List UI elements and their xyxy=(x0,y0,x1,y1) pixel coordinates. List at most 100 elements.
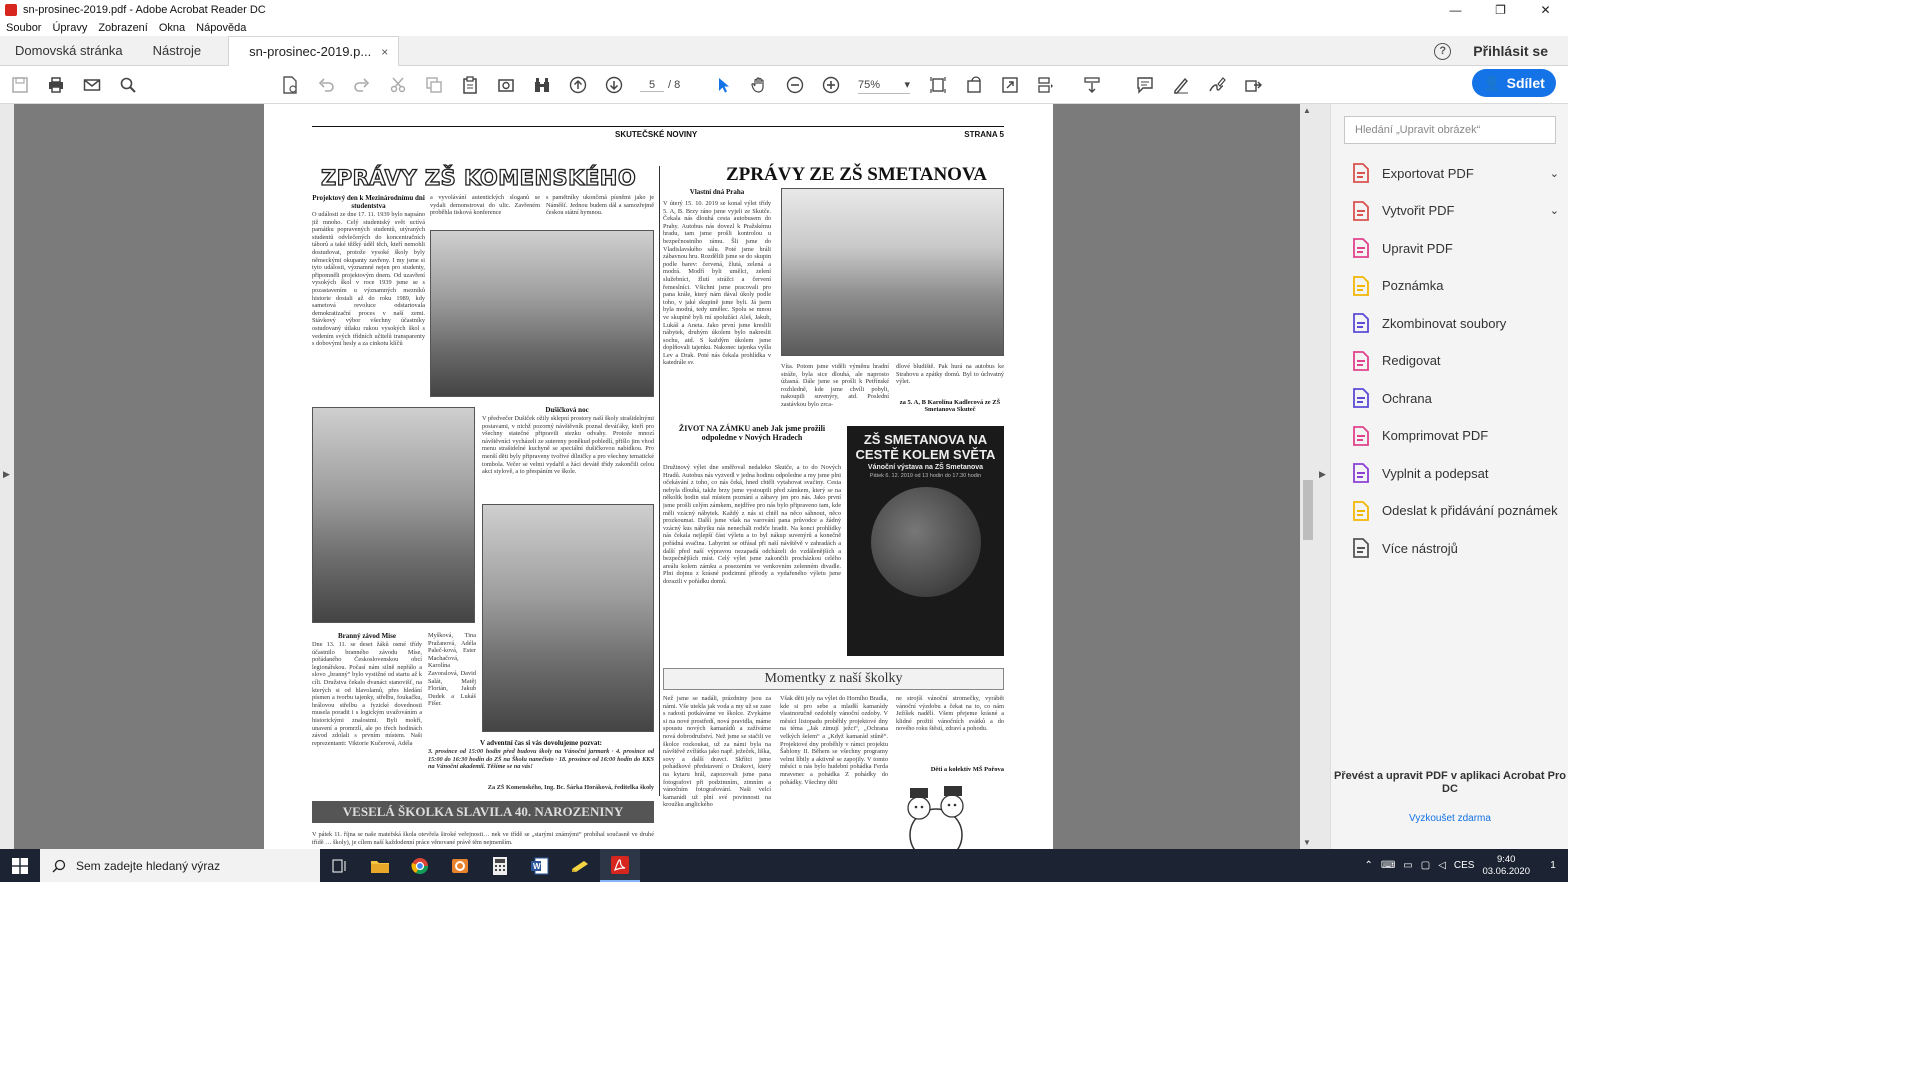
free-trial-link[interactable]: Vyzkoušet zdarma xyxy=(1331,813,1569,824)
tool-label: Poznámka xyxy=(1382,278,1444,293)
office-app-icon[interactable] xyxy=(440,849,480,882)
article-praha: V úterý 15. 10. 2019 se konal výlet tříd… xyxy=(663,200,771,367)
undo-icon[interactable] xyxy=(317,76,335,94)
page-display-icon[interactable] xyxy=(1037,76,1055,94)
right-panel-toggle[interactable]: ▶ xyxy=(1316,104,1330,849)
tool-poznamka[interactable]: Poznámka xyxy=(1351,274,1559,298)
taskbar-search[interactable]: Sem zadejte hledaný výraz xyxy=(40,849,320,882)
next-page-icon[interactable] xyxy=(605,76,623,94)
tab-document[interactable]: sn-prosinec-2019.p... × xyxy=(228,36,400,67)
menu-edit[interactable]: Úpravy xyxy=(52,22,87,34)
full-screen-icon[interactable] xyxy=(1001,76,1019,94)
snapshot-icon[interactable] xyxy=(497,76,515,94)
paste-icon[interactable] xyxy=(461,76,479,94)
tool-odeslat-k-pridavani-poznamek[interactable]: Odeslat k přidávání poznámek xyxy=(1351,499,1559,523)
tool-zkombinovat-soubory[interactable]: Zkombinovat soubory xyxy=(1351,311,1559,335)
share-button[interactable]: 👤 Sdílet xyxy=(1472,69,1556,97)
minimize-button[interactable]: — xyxy=(1433,0,1478,19)
scroll-down-icon[interactable]: ▼ xyxy=(1303,838,1311,847)
previous-page-icon[interactable] xyxy=(569,76,587,94)
photo-halloween-group xyxy=(482,504,654,732)
save-icon[interactable] xyxy=(11,76,29,94)
banner-skolka: VESELÁ ŠKOLKA SLAVILA 40. NAROZENINY xyxy=(312,801,654,823)
find-icon[interactable] xyxy=(119,76,137,94)
show-hidden-icons[interactable]: ⌃ xyxy=(1364,860,1372,871)
battery-icon[interactable]: ▭ xyxy=(1403,860,1412,871)
subheading-praha: Vlastní dná Praha xyxy=(689,188,745,196)
scroll-mode-icon[interactable] xyxy=(1083,76,1101,94)
language-indicator[interactable]: CES xyxy=(1454,860,1475,871)
redo-icon[interactable] xyxy=(353,76,371,94)
acrobat-app-icon xyxy=(5,3,17,16)
chevron-right-icon: ▶ xyxy=(1319,469,1326,479)
chrome-icon[interactable] xyxy=(400,849,440,882)
task-view-icon[interactable] xyxy=(320,849,360,882)
compare-icon[interactable] xyxy=(533,76,551,94)
copy-icon[interactable] xyxy=(425,76,443,94)
tab-home[interactable]: Domovská stránka xyxy=(0,36,138,66)
acrobat-taskbar-icon[interactable] xyxy=(600,849,640,882)
rotate-icon[interactable] xyxy=(965,76,983,94)
running-head: SKUTEČSKÉ NOVINY STRANA 5 xyxy=(312,126,1004,139)
comment-icon[interactable] xyxy=(1136,76,1154,94)
menu-view[interactable]: Zobrazení xyxy=(98,22,148,34)
zoom-out-icon[interactable] xyxy=(786,76,804,94)
notes-app-icon[interactable] xyxy=(560,849,600,882)
zkombinovat-soubory-icon xyxy=(1351,313,1371,333)
volume-icon[interactable]: ◁ xyxy=(1438,860,1446,871)
sign-in-link[interactable]: Přihlásit se xyxy=(1473,43,1548,59)
cut-icon[interactable] xyxy=(389,76,407,94)
email-icon[interactable] xyxy=(83,76,101,94)
tool-vyplnit-a-podepsat[interactable]: Vyplnit a podepsat xyxy=(1351,461,1559,485)
display-icon[interactable]: ▢ xyxy=(1421,860,1430,871)
tools-search-input[interactable]: Hledání „Upravit obrázek“ xyxy=(1344,116,1556,144)
left-panel-toggle[interactable]: ▶ xyxy=(0,104,14,849)
file-explorer-icon[interactable] xyxy=(360,849,400,882)
help-icon[interactable]: ? xyxy=(1434,42,1452,60)
calculator-icon[interactable] xyxy=(480,849,520,882)
start-button[interactable] xyxy=(0,849,40,882)
zoom-dropdown[interactable]: 75% ▾ xyxy=(858,76,910,94)
maximize-button[interactable]: ❐ xyxy=(1478,0,1523,19)
window-title: sn-prosinec-2019.pdf - Adobe Acrobat Rea… xyxy=(23,3,266,16)
running-head-title: SKUTEČSKÉ NOVINY xyxy=(615,130,698,139)
tool-redigovat[interactable]: Redigovat xyxy=(1351,349,1559,373)
vytvorit-pdf-icon xyxy=(1351,200,1371,221)
tool-vytvorit-pdf[interactable]: Vytvořit PDF ⌄ xyxy=(1351,199,1559,223)
select-cursor-icon[interactable] xyxy=(714,76,732,94)
page-number-input[interactable]: 5 xyxy=(640,79,664,92)
search-icon xyxy=(52,859,66,873)
network-icon[interactable]: ⌨ xyxy=(1381,860,1395,871)
fit-page-icon[interactable] xyxy=(929,76,947,94)
highlight-pen-icon[interactable] xyxy=(1172,76,1190,94)
vertical-scrollbar[interactable]: ▲ ▼ xyxy=(1300,104,1316,849)
close-tab-icon[interactable]: × xyxy=(381,37,388,67)
send-for-signature-icon[interactable] xyxy=(1244,76,1262,94)
scroll-thumb[interactable] xyxy=(1303,480,1313,540)
tool-label: Komprimovat PDF xyxy=(1382,428,1489,443)
article-momentky-col3: ne strojíš vánoční stromečky, vyrábět vá… xyxy=(896,695,1004,733)
scroll-up-icon[interactable]: ▲ xyxy=(1303,106,1311,115)
tool-vice-nastroju[interactable]: Více nástrojů xyxy=(1351,536,1559,560)
attach-file-icon[interactable] xyxy=(281,76,299,94)
chevron-down-icon[interactable]: ⌄ xyxy=(1550,204,1559,217)
chevron-down-icon[interactable]: ⌄ xyxy=(1550,167,1559,180)
print-icon[interactable] xyxy=(47,76,65,94)
menu-help[interactable]: Nápověda xyxy=(196,22,246,34)
tool-exportovat-pdf[interactable]: Exportovat PDF ⌄ xyxy=(1351,161,1559,185)
tool-ochrana[interactable]: Ochrana xyxy=(1351,386,1559,410)
hand-tool-icon[interactable] xyxy=(750,76,768,94)
close-window-button[interactable]: ✕ xyxy=(1523,0,1568,19)
article-dusickova-noc: V předvečer Dušiček ožily sklepní prosto… xyxy=(482,415,654,476)
menu-window[interactable]: Okna xyxy=(159,22,185,34)
tab-tools[interactable]: Nástroje xyxy=(138,36,216,66)
clock[interactable]: 9:40 03.06.2020 xyxy=(1482,854,1530,878)
tool-komprimovat-pdf[interactable]: Komprimovat PDF xyxy=(1351,424,1559,448)
sign-icon[interactable] xyxy=(1208,76,1226,94)
word-icon[interactable]: W xyxy=(520,849,560,882)
tool-upravit-pdf[interactable]: Upravit PDF xyxy=(1351,236,1559,260)
notification-icon[interactable]: 1 xyxy=(1538,860,1568,871)
menu-file[interactable]: Soubor xyxy=(6,22,41,34)
document-viewport[interactable]: ▶ SKUTEČSKÉ NOVINY STRANA 5 ZPRÁVY ZŠ KO… xyxy=(0,104,1330,849)
zoom-in-icon[interactable] xyxy=(822,76,840,94)
